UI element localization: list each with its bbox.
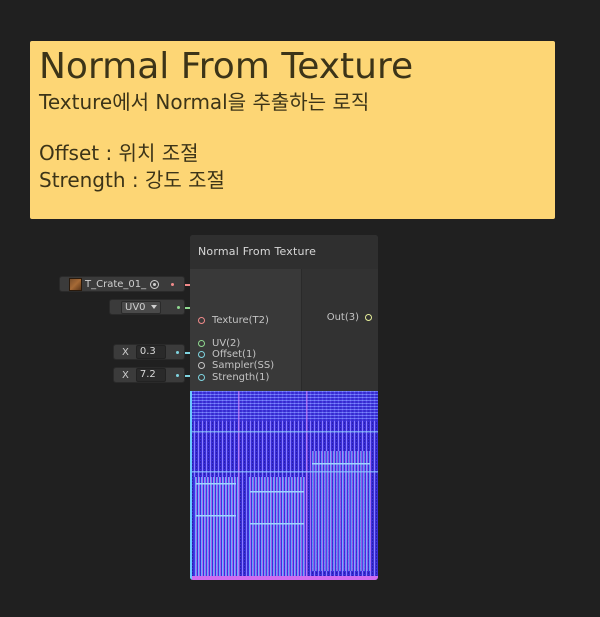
port-label-offset: Offset(1) (212, 348, 257, 360)
sticky-note-line-3: Strength : 강도 조절 (39, 168, 225, 192)
offset-input-field[interactable]: X 0.3 (113, 344, 185, 360)
port-texture[interactable]: Texture(T2) (198, 312, 269, 328)
port-label-strength: Strength(1) (212, 371, 270, 383)
strength-input-field[interactable]: X 7.2 (113, 367, 185, 383)
sticky-note-line-2: Offset : 위치 조절 (39, 141, 199, 165)
uv-channel-label: UV0 (125, 301, 146, 313)
sampler-port-circle[interactable] (198, 361, 205, 369)
port-strength[interactable]: Strength(1) (198, 369, 269, 385)
normal-from-texture-node[interactable]: Normal From Texture Texture(T2) UV(2) Sa… (190, 235, 378, 580)
strength-axis-label: X (122, 369, 129, 381)
normal-map-preview (190, 391, 378, 580)
sticky-note[interactable]: Normal From Texture Texture에서 Normal을 추출… (30, 41, 555, 219)
texture-name: T_Crate_01_ (85, 278, 147, 290)
sticky-note-title: Normal From Texture (39, 46, 414, 87)
crate-texture-thumbnail-icon (69, 277, 82, 291)
node-title[interactable]: Normal From Texture (190, 235, 378, 269)
strength-port-circle[interactable] (198, 373, 205, 381)
strength-connection-dot (175, 373, 179, 377)
offset-value[interactable]: 0.3 (135, 345, 166, 359)
dropdown-arrow-icon (150, 305, 157, 309)
uv-dropdown[interactable]: UV0 (121, 300, 161, 314)
offset-port-circle[interactable] (198, 350, 205, 358)
port-label-out: Out(3) (326, 312, 359, 323)
offset-connection-dot (175, 350, 179, 354)
offset-axis-label: X (122, 346, 129, 358)
object-picker-icon[interactable] (150, 279, 160, 289)
texture-connection-dot (171, 282, 175, 286)
texture-port-circle[interactable] (198, 316, 205, 324)
uv-connection-dot (176, 305, 180, 309)
strength-value[interactable]: 7.2 (135, 368, 166, 382)
port-label-texture: Texture(T2) (212, 314, 269, 326)
uv-input-field[interactable]: UV0 (109, 299, 185, 315)
sticky-note-line-1: Texture에서 Normal을 추출하는 로직 (39, 90, 370, 114)
out-port-circle[interactable] (365, 314, 372, 321)
port-offset[interactable]: Offset(1) (198, 346, 256, 362)
port-out[interactable]: Out(3) (327, 312, 372, 323)
texture-input-field[interactable]: T_Crate_01_ (59, 276, 185, 292)
